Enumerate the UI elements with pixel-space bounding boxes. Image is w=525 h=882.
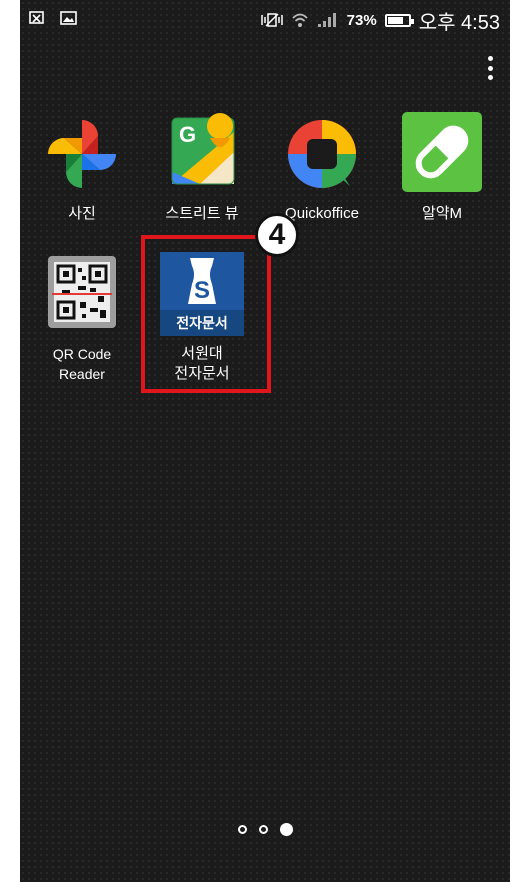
battery-icon	[384, 13, 414, 27]
app-alyac-m[interactable]: 알약M	[382, 112, 502, 224]
app-label: 알약M	[421, 205, 463, 222]
app-qr-code-reader[interactable]: QR Code Reader	[22, 252, 142, 384]
svg-text:G: G	[179, 122, 196, 147]
app-quickoffice[interactable]: Quickoffice	[262, 112, 382, 224]
signal-icon	[317, 13, 336, 27]
app-label: 스트리트 뷰	[165, 205, 239, 222]
overflow-menu-icon[interactable]	[488, 56, 494, 80]
page-dot[interactable]	[237, 825, 247, 834]
app-street-view[interactable]: G 스트리트 뷰	[142, 112, 262, 224]
quickoffice-icon	[280, 112, 364, 196]
home-screen: 73% 오후 4:53 사진 G 스트리트 뷰 Quickoffice 알약M …	[20, 0, 510, 882]
wifi-icon	[292, 13, 308, 27]
image-notification-icon	[60, 11, 77, 25]
status-bar: 73% 오후 4:53	[20, 0, 510, 40]
mute-vibrate-icon	[260, 13, 283, 27]
alyac-m-icon	[400, 112, 484, 196]
app-photos[interactable]: 사진	[22, 112, 142, 224]
app-label: 사진	[68, 205, 96, 222]
google-photos-icon	[40, 112, 124, 196]
page-dot[interactable]	[258, 825, 268, 834]
highlight-box	[141, 235, 271, 393]
qr-code-reader-icon	[40, 252, 124, 336]
status-icons: 73% 오후 4:53	[260, 6, 500, 34]
app-label: QR Code Reader	[52, 346, 112, 382]
screenshot-notification-icon	[29, 11, 44, 24]
battery-percent: 73%	[346, 11, 377, 29]
page-indicator[interactable]	[20, 823, 510, 836]
clock: 오후 4:53	[418, 11, 500, 34]
street-view-icon: G	[160, 112, 244, 196]
step-number-badge: 4	[255, 213, 299, 257]
page-dot-active[interactable]	[279, 823, 293, 836]
